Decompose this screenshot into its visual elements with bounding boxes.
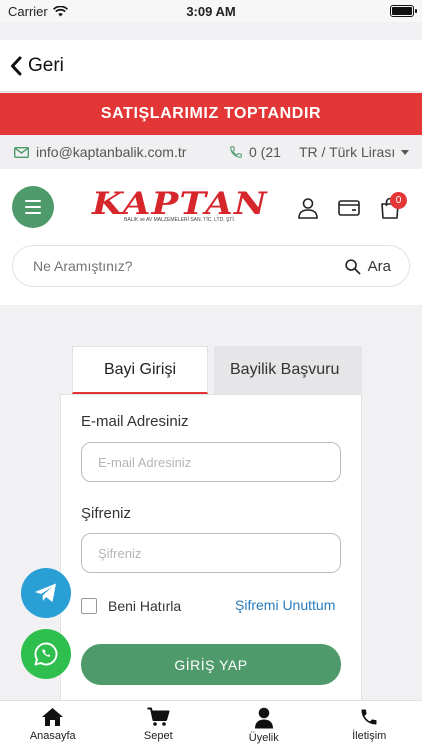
cart-count-badge: 0 xyxy=(390,192,407,209)
tabbar-item-contact[interactable]: İletişim xyxy=(317,701,422,750)
login-tabs: Bayi Girişi Bayilik Başvuru xyxy=(72,346,362,394)
user-icon xyxy=(254,707,273,729)
cart-icon xyxy=(147,707,170,726)
telegram-icon xyxy=(35,583,56,602)
tabbar-item-cart[interactable]: Sepet xyxy=(106,701,212,750)
telegram-button[interactable] xyxy=(21,568,71,618)
promo-banner: SATIŞLARIMIZ TOPTANDIR xyxy=(0,93,422,135)
menu-icon-line xyxy=(25,206,41,208)
locale-label: TR / Türk Lirası xyxy=(299,144,396,160)
forgot-password-link[interactable]: Şifremi Unuttum xyxy=(235,597,335,613)
contact-bar: info@kaptanbalik.com.tr 0 (21 TR / Türk … xyxy=(0,135,422,169)
tabbar-label: Anasayfa xyxy=(29,730,76,742)
tab-dealer-login[interactable]: Bayi Girişi xyxy=(72,346,208,394)
contact-email-text: info@kaptanbalik.com.tr xyxy=(36,144,187,160)
locale-selector[interactable]: TR / Türk Lirası xyxy=(299,144,410,160)
back-button[interactable]: Geri xyxy=(10,55,64,77)
password-label: Şifreniz xyxy=(81,505,132,522)
tabbar-item-membership[interactable]: Üyelik xyxy=(211,701,317,750)
navigation-bar: Geri xyxy=(0,40,422,92)
search-button-label: Ara xyxy=(367,257,391,275)
tab-dealer-application[interactable]: Bayilik Başvuru xyxy=(214,346,362,394)
phone-icon xyxy=(230,146,242,158)
contact-phone-text: 0 (21 xyxy=(249,144,281,160)
search-input[interactable] xyxy=(33,258,293,274)
mail-icon xyxy=(14,146,29,158)
bottom-tab-bar: Anasayfa Sepet Üyelik İletişim xyxy=(0,700,422,750)
whatsapp-icon xyxy=(34,642,58,666)
search-button[interactable]: Ara xyxy=(344,258,391,275)
email-label: E-mail Adresiniz xyxy=(81,413,189,430)
status-bar: Carrier 3:09 AM xyxy=(0,0,422,22)
home-icon xyxy=(42,708,64,726)
login-form: E-mail Adresiniz Şifreniz Beni Hatırla Ş… xyxy=(60,394,362,704)
phone-icon xyxy=(361,709,377,725)
brand-logo[interactable]: KAPTAN BALIK ve AV MALZEMELERİ SAN. TİC.… xyxy=(92,189,267,227)
menu-button[interactable] xyxy=(12,186,54,228)
tabbar-item-home[interactable]: Anasayfa xyxy=(0,701,106,750)
tabbar-label: Sepet xyxy=(143,730,173,742)
menu-icon-line xyxy=(25,212,41,214)
logo-wordmark: KAPTAN xyxy=(92,186,268,222)
login-button[interactable]: GİRİŞ YAP xyxy=(81,644,341,685)
caret-down-icon xyxy=(401,149,410,155)
search-bar: Ara xyxy=(12,245,410,287)
password-field[interactable] xyxy=(81,533,341,573)
whatsapp-button[interactable] xyxy=(21,629,71,679)
chevron-left-icon xyxy=(11,56,22,75)
remember-label: Beni Hatırla xyxy=(108,598,182,614)
menu-icon-line xyxy=(25,200,41,202)
contact-email-link[interactable]: info@kaptanbalik.com.tr xyxy=(14,144,186,160)
battery-icon xyxy=(390,5,417,17)
wallet-icon[interactable] xyxy=(337,196,361,220)
remember-me[interactable]: Beni Hatırla xyxy=(81,598,181,614)
tabbar-label: İletişim xyxy=(352,730,387,742)
clock: 3:09 AM xyxy=(186,4,236,19)
tabbar-label: Üyelik xyxy=(248,732,279,744)
remember-checkbox[interactable] xyxy=(81,598,97,614)
contact-phone-link[interactable]: 0 (21 xyxy=(229,144,281,160)
email-field[interactable] xyxy=(81,442,341,482)
search-icon xyxy=(345,258,361,274)
user-icon[interactable] xyxy=(296,196,320,220)
back-label: Geri xyxy=(28,54,64,76)
